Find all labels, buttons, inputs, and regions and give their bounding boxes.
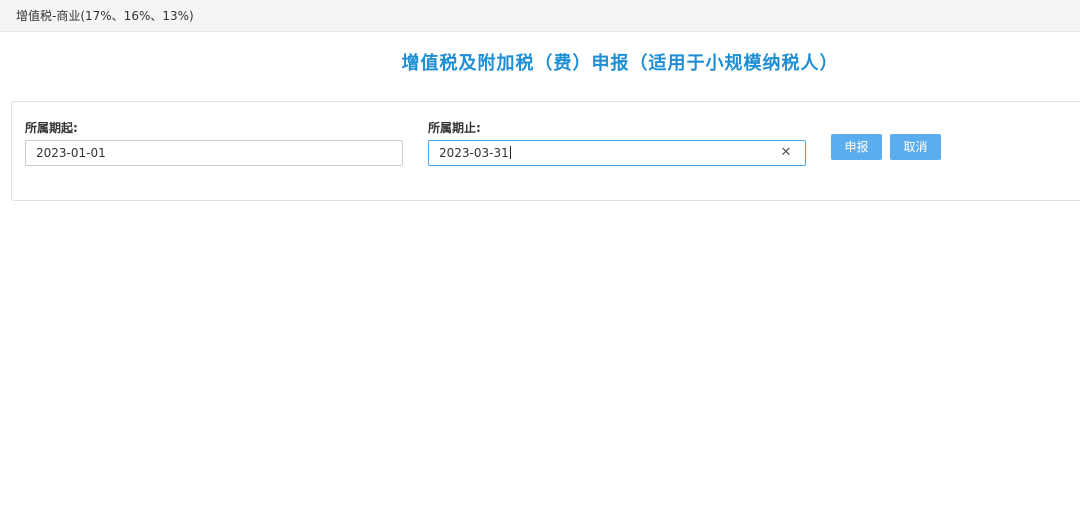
close-icon[interactable]: ✕ (779, 146, 793, 160)
period-end-label: 所属期止: (428, 121, 481, 135)
period-start-label: 所属期起: (25, 121, 78, 135)
top-bar: 增值税-商业(17%、16%、13%) (0, 0, 1080, 32)
text-cursor (509, 146, 511, 159)
period-start-value: 2023-01-01 (36, 146, 106, 160)
cancel-button[interactable]: 取消 (890, 134, 941, 160)
breadcrumb: 增值税-商业(17%、16%、13%) (16, 9, 194, 23)
period-end-value: 2023-03-31 (439, 146, 509, 160)
page-title: 增值税及附加税（费）申报（适用于小规模纳税人） (401, 53, 839, 74)
period-end-input[interactable]: 2023-03-31 ✕ (428, 140, 806, 166)
period-start-input[interactable]: 2023-01-01 (25, 140, 403, 166)
submit-button[interactable]: 申报 (831, 134, 882, 160)
